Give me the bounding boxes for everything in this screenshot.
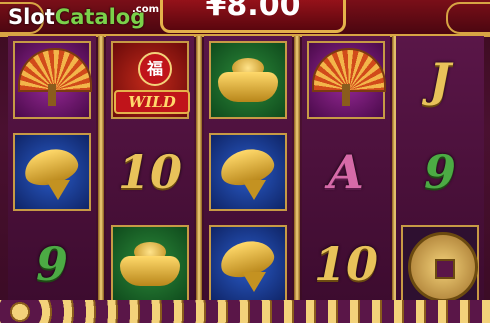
symbol-cell (206, 38, 290, 122)
card-symbol: J (429, 53, 451, 107)
watermark-logo: SlotCatalog .com (8, 4, 159, 29)
fan-handle-icon (342, 84, 350, 106)
koi-fish-icon (216, 235, 280, 292)
reel-divider (196, 36, 202, 308)
logo-slot-text: Slot (8, 5, 55, 29)
symbol-cell: A (304, 130, 388, 214)
gold-ingot-icon (218, 58, 278, 102)
koi-fish-icon (20, 143, 84, 200)
symbol-cell (108, 222, 192, 306)
symbol-cell: 9 (10, 222, 94, 306)
coin-hole-icon (435, 259, 455, 279)
reel-grid: 9 福 WILD 10 A 10 J 9 (8, 36, 484, 308)
win-display: ¥8.00 (160, 0, 346, 33)
symbol-cell: 10 (108, 130, 192, 214)
symbol-cell: J (398, 38, 482, 122)
symbol-cell (206, 130, 290, 214)
gold-coin-trim (0, 300, 490, 323)
wild-symbol: 福 WILD (114, 42, 190, 118)
logo-com-text: .com (132, 4, 160, 15)
koi-fish-icon (216, 143, 280, 200)
reel-4: A 10 (302, 36, 390, 308)
card-symbol: 9 (423, 145, 456, 199)
reel-3 (204, 36, 292, 308)
card-symbol: 9 (35, 237, 68, 291)
reel-divider (98, 36, 104, 308)
fan-handle-icon (48, 84, 56, 106)
symbol-cell: 9 (398, 130, 482, 214)
reel-2: 福 WILD 10 (106, 36, 194, 308)
reel-divider (294, 36, 300, 308)
corner-ornament-right-icon (446, 2, 490, 34)
card-symbol: 10 (313, 237, 378, 291)
symbol-cell (398, 222, 482, 306)
ancient-coin-icon (408, 232, 478, 302)
slot-game-screen: ¥8.00 SlotCatalog .com 9 福 WILD 10 A 10 J 9 (0, 0, 490, 323)
symbol-cell: 福 WILD (108, 38, 192, 122)
symbol-cell (304, 38, 388, 122)
win-amount: ¥8.00 (205, 0, 301, 23)
symbol-cell (206, 222, 290, 306)
symbol-cell (10, 130, 94, 214)
symbol-cell (10, 38, 94, 122)
card-symbol: A (328, 145, 364, 199)
reel-5: J9 (396, 36, 484, 308)
card-symbol: 10 (117, 145, 182, 199)
symbol-cell: 10 (304, 222, 388, 306)
reel-1: 9 (8, 36, 96, 308)
wild-label: WILD (114, 90, 190, 114)
fu-glyph-icon: 福 (138, 52, 172, 86)
gold-ingot-icon (120, 242, 180, 286)
